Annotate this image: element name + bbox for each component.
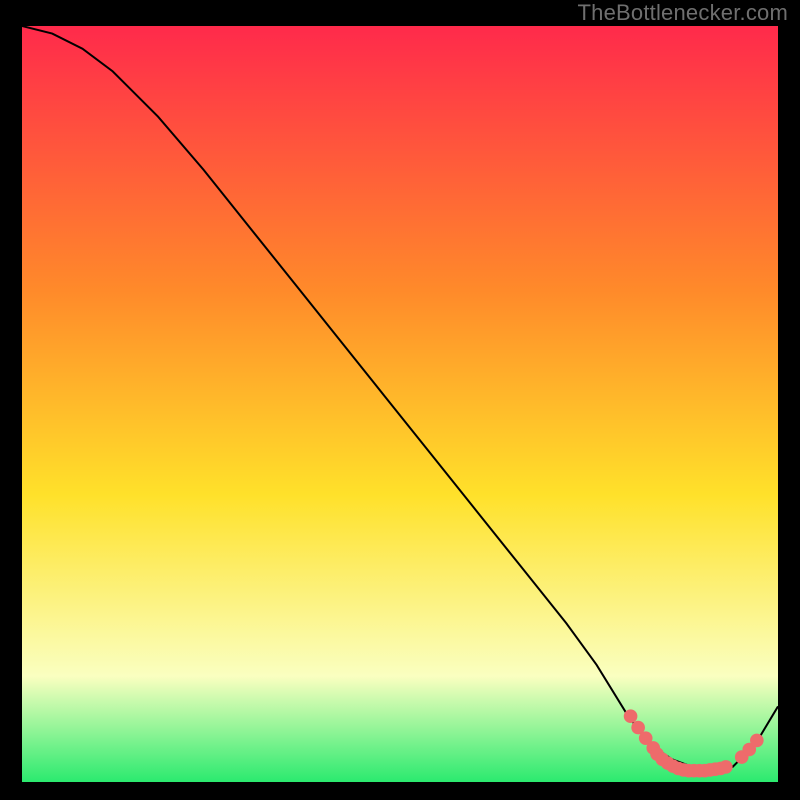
chart-frame: TheBottlenecker.com [0, 0, 800, 800]
marker-dot [750, 734, 764, 748]
watermark-text: TheBottlenecker.com [578, 0, 788, 26]
marker-dot [719, 760, 733, 774]
bottleneck-chart [22, 26, 778, 782]
chart-svg [22, 26, 778, 782]
marker-dot [624, 709, 638, 723]
gradient-background [22, 26, 778, 782]
